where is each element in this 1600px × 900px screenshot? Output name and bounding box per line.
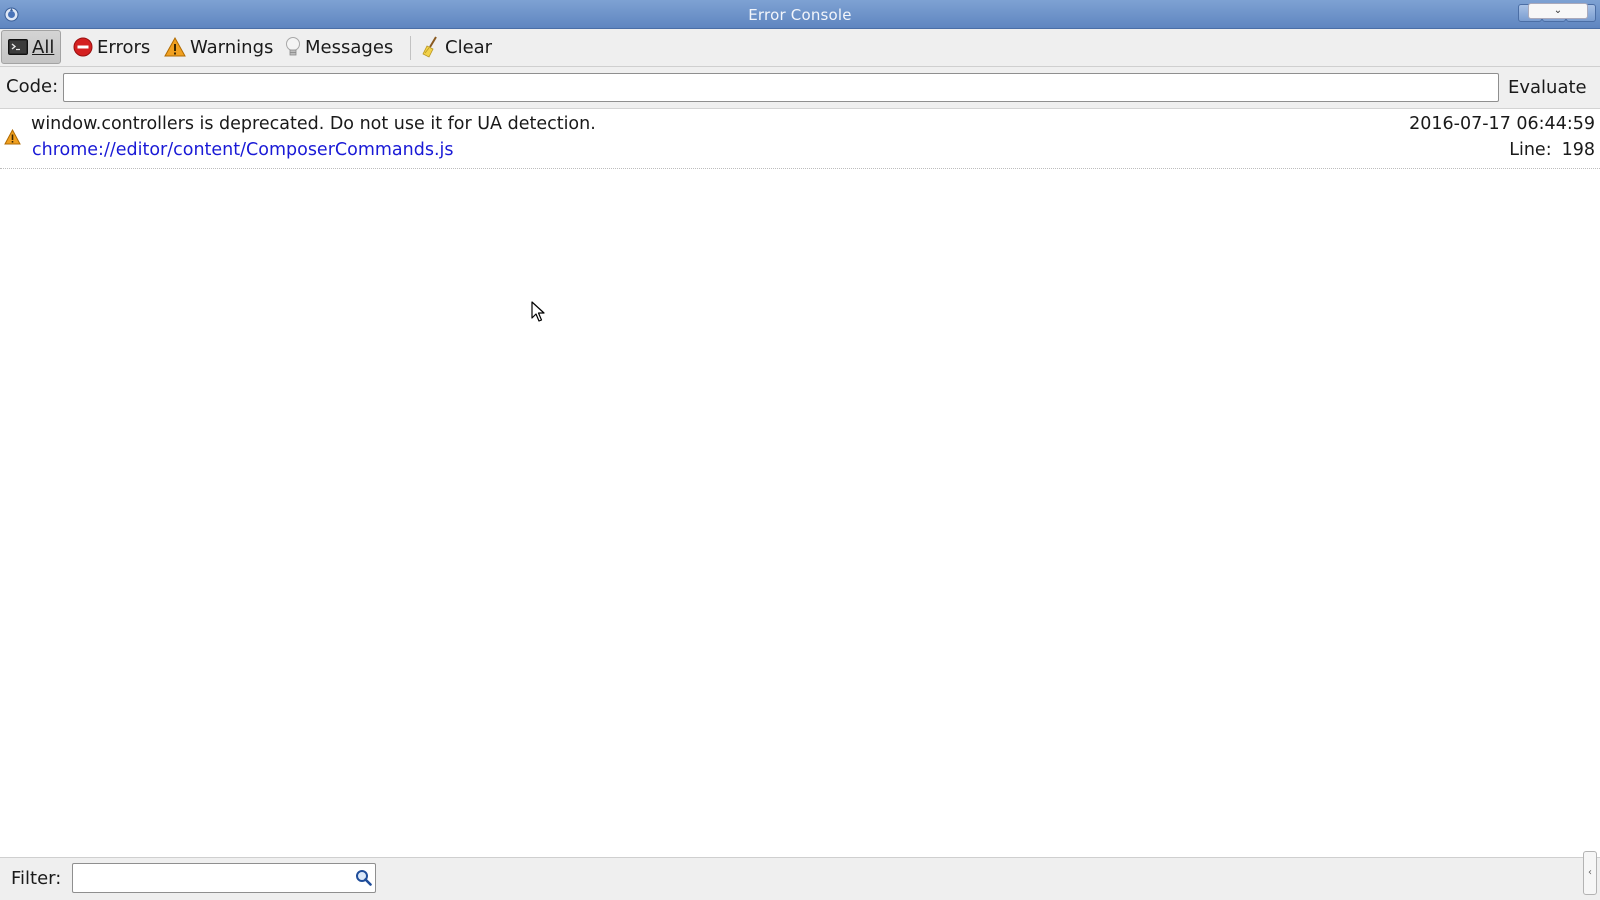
message-timestamp: 2016-07-17 06:44:59 [1409, 114, 1595, 134]
window-title: Error Console [748, 6, 852, 24]
list-item[interactable]: window.controllers is deprecated. Do not… [0, 109, 1600, 169]
console-icon [8, 39, 28, 55]
message-source-link[interactable]: chrome://editor/content/ComposerCommands… [32, 140, 454, 160]
window-controls: ⌄ [1518, 2, 1598, 24]
chevron-left-icon: ‹ [1588, 867, 1592, 878]
lightbulb-icon [286, 37, 300, 56]
chevron-down-icon: ⌄ [1553, 5, 1563, 16]
messages-button[interactable]: Messages [278, 30, 400, 64]
code-label: Code: [6, 76, 59, 97]
mouse-pointer-icon [531, 301, 545, 322]
title-bar[interactable]: Error Console ⌄ [0, 0, 1600, 29]
warnings-button[interactable]: Warnings [157, 30, 280, 64]
warning-icon [4, 129, 21, 145]
resize-grip[interactable]: ‹ [1583, 851, 1597, 895]
code-input[interactable] [63, 73, 1499, 102]
search-icon[interactable] [355, 869, 372, 886]
toolbar: All Errors Warnings Messages Clear [0, 29, 1600, 67]
broom-icon [422, 36, 437, 58]
errors-button[interactable]: Errors [66, 30, 157, 64]
code-row: Code: Evaluate [0, 67, 1600, 109]
filter-bar: Filter: ‹ [0, 851, 1600, 900]
window-menu-button[interactable]: ⌄ [1528, 3, 1588, 19]
all-label: All [32, 36, 55, 58]
messages-label: Messages [305, 36, 394, 58]
line-number: 198 [1561, 140, 1595, 160]
message-text: window.controllers is deprecated. Do not… [31, 114, 596, 134]
clear-button[interactable]: Clear [414, 30, 499, 64]
evaluate-button[interactable]: Evaluate [1504, 72, 1594, 103]
line-label: Line: [1509, 140, 1552, 160]
all-button[interactable]: All [1, 30, 62, 64]
error-icon [73, 37, 93, 57]
message-list[interactable]: window.controllers is deprecated. Do not… [0, 109, 1600, 857]
message-line: Line: 198 [1509, 140, 1595, 160]
clear-label: Clear [445, 36, 493, 58]
error-console-window: Error Console ⌄ All Errors Warnings Mess… [0, 0, 1600, 900]
warnings-label: Warnings [190, 36, 274, 58]
toolbar-separator [410, 36, 411, 60]
filter-input[interactable] [72, 863, 376, 893]
warning-icon [164, 37, 186, 57]
errors-label: Errors [97, 36, 151, 58]
filter-label: Filter: [11, 868, 62, 889]
